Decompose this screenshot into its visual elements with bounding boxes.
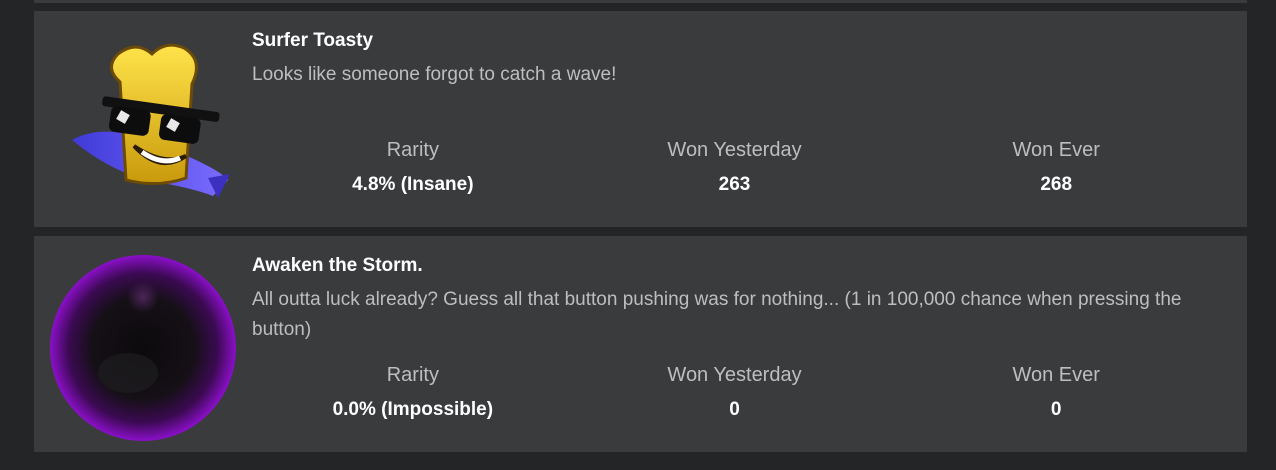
badge-description: Looks like someone forgot to catch a wav… [252, 64, 617, 85]
stat-value: 4.8% (Insane) [352, 174, 474, 195]
stat-won-ever: Won Ever 268 [895, 135, 1217, 198]
badge-stats: Rarity 4.8% (Insane) Won Yesterday 263 W… [252, 135, 1217, 198]
stat-label: Won Yesterday [667, 139, 802, 161]
stat-won-ever: Won Ever 0 [895, 360, 1217, 423]
stat-label: Won Yesterday [667, 364, 802, 386]
badge-card: Surfer Toasty Looks like someone forgot … [34, 11, 1247, 227]
stat-value: 0 [1050, 399, 1062, 420]
surfer-toasty-badge-icon[interactable] [48, 28, 238, 218]
stat-label: Rarity [386, 364, 439, 386]
stat-value: 268 [1040, 174, 1073, 195]
stat-label: Rarity [386, 139, 439, 161]
stat-won-yesterday: Won Yesterday 263 [574, 135, 896, 198]
badge-title[interactable]: Awaken the Storm. [252, 253, 1227, 279]
stat-rarity: Rarity 4.8% (Insane) [252, 135, 574, 198]
badge-description: All outta luck already? Guess all that b… [252, 289, 1182, 340]
stat-won-yesterday: Won Yesterday 0 [574, 360, 896, 423]
storm-orb-badge-icon[interactable] [48, 253, 238, 443]
badge-stats: Rarity 0.0% (Impossible) Won Yesterday 0… [252, 360, 1217, 423]
stat-value: 0.0% (Impossible) [332, 399, 494, 420]
stat-label: Won Ever [1012, 139, 1100, 161]
stat-label: Won Ever [1012, 364, 1100, 386]
previous-badge-card-edge [34, 0, 1247, 3]
badge-card: Awaken the Storm. All outta luck already… [34, 236, 1247, 452]
badge-title[interactable]: Surfer Toasty [252, 28, 1227, 54]
stat-value: 0 [729, 399, 740, 420]
stat-rarity: Rarity 0.0% (Impossible) [252, 360, 574, 423]
stat-value: 263 [718, 174, 751, 195]
